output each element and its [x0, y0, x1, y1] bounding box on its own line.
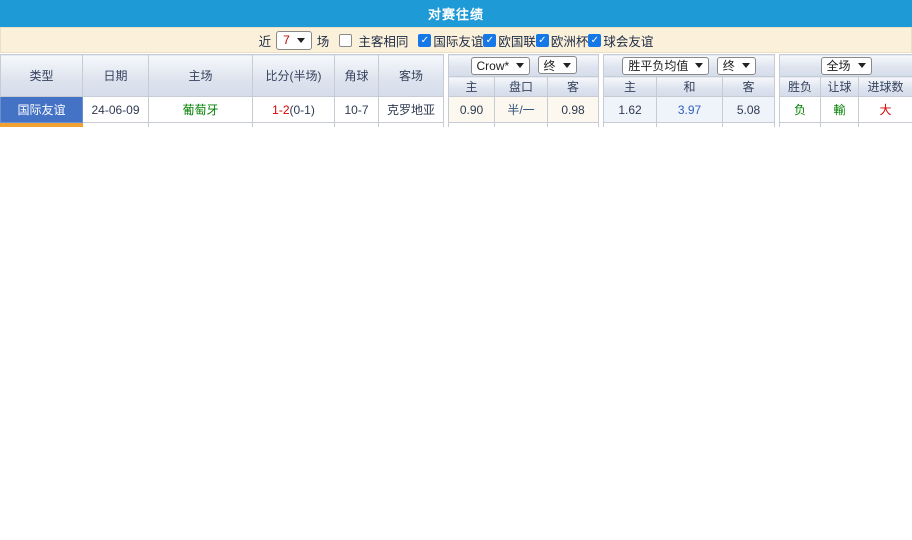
odds1x2-source-value: 胜平负均值: [628, 57, 688, 74]
col-header-handicap-result: 让球: [821, 77, 859, 97]
col-header-score: 比分(半场): [253, 55, 335, 97]
col-header-result: 胜负: [780, 77, 821, 97]
filter-bar: 近 7 场 主客相同 ✓ 国际友谊 ✓ 欧国联 ✓ 欧洲杯 ✓ 球会友谊: [0, 27, 912, 53]
partial-cell: [723, 123, 775, 128]
col-header-ah-home: 主: [449, 77, 495, 97]
ah-home-odds: 0.90: [449, 97, 495, 123]
partial-cell: [253, 123, 335, 128]
fulltime-select-value: 全场: [827, 57, 851, 74]
near-label: 近: [259, 31, 272, 50]
partial-cell: [657, 123, 723, 128]
h2h-table-container: 类型 日期 主场 比分(半场) 角球 客场 Crow* 终 胜平负均值 终: [0, 54, 912, 127]
match-count-value: 7: [283, 33, 290, 47]
col-header-odds-home: 主: [604, 77, 657, 97]
corners-value: 10-7: [335, 97, 379, 123]
handicap-result-value: 輸: [821, 97, 859, 123]
chevron-down-icon: [695, 63, 703, 68]
chevron-down-icon: [297, 38, 305, 43]
handicap-bookmaker-select[interactable]: Crow*: [471, 57, 531, 75]
match-type-cell[interactable]: 国际友谊: [1, 97, 83, 123]
halftime-score: (0-1): [290, 103, 315, 117]
partial-cell: [379, 123, 444, 128]
col-header-away: 客场: [379, 55, 444, 97]
away-team: 克罗地亚: [379, 97, 444, 123]
odds1x2-time-value: 终: [723, 57, 735, 74]
checkbox-label-same-home-away[interactable]: 主客相同: [358, 31, 408, 50]
fulltime-score: 1-2: [272, 103, 289, 117]
odds-away: 5.08: [723, 97, 775, 123]
col-header-home: 主场: [149, 55, 253, 97]
ah-line: 半/一: [495, 97, 548, 123]
result-value: 负: [780, 97, 821, 123]
checkbox-euro-cup[interactable]: ✓: [536, 34, 549, 47]
partial-cell: [449, 123, 495, 128]
partial-cell: [548, 123, 599, 128]
match-count-select[interactable]: 7: [276, 31, 312, 50]
chevron-down-icon: [563, 63, 571, 68]
match-date: 24-06-09: [83, 97, 149, 123]
next-match-type-cell: [1, 123, 83, 128]
partial-cell: [604, 123, 657, 128]
col-header-ah-line: 盘口: [495, 77, 548, 97]
page-title: 对赛往绩: [428, 4, 484, 23]
chevron-down-icon: [858, 63, 866, 68]
goals-value: 大: [859, 97, 912, 123]
partial-cell: [821, 123, 859, 128]
partial-cell: [780, 123, 821, 128]
checkbox-international-friendly[interactable]: ✓: [418, 34, 431, 47]
col-header-goals: 进球数: [859, 77, 912, 97]
odds-home: 1.62: [604, 97, 657, 123]
col-header-ah-away: 客: [548, 77, 599, 97]
partial-cell: [335, 123, 379, 128]
chevron-down-icon: [742, 63, 750, 68]
checkbox-club-friendly[interactable]: ✓: [588, 34, 601, 47]
handicap-bookmaker-value: Crow*: [477, 59, 510, 73]
checkbox-nations-league[interactable]: ✓: [483, 34, 496, 47]
odds1x2-source-select[interactable]: 胜平负均值: [622, 57, 709, 75]
score-cell: 1-2(0-1): [253, 97, 335, 123]
fulltime-select[interactable]: 全场: [821, 57, 872, 75]
partial-cell: [149, 123, 253, 128]
col-header-odds-draw: 和: [657, 77, 723, 97]
ah-away-odds: 0.98: [548, 97, 599, 123]
odds1x2-time-select[interactable]: 终: [717, 57, 756, 75]
col-header-date: 日期: [83, 55, 149, 97]
matches-unit-label: 场: [317, 31, 330, 50]
checkbox-label-euro-cup[interactable]: 欧洲杯: [551, 31, 589, 50]
h2h-table: 类型 日期 主场 比分(半场) 角球 客场 Crow* 终 胜平负均值 终: [0, 54, 912, 127]
handicap-time-select[interactable]: 终: [538, 56, 577, 74]
table-row-partial: [1, 123, 912, 128]
table-row: 国际友谊 24-06-09 葡萄牙 1-2(0-1) 10-7 克罗地亚 0.9…: [1, 97, 912, 123]
odds-draw: 3.97: [657, 97, 723, 123]
col-header-corners: 角球: [335, 55, 379, 97]
result-group-header: 全场: [780, 55, 912, 77]
partial-cell: [83, 123, 149, 128]
partial-cell: [859, 123, 912, 128]
checkbox-same-home-away[interactable]: [339, 34, 352, 47]
chevron-down-icon: [516, 63, 524, 68]
home-team: 葡萄牙: [149, 97, 253, 123]
title-bar: 对赛往绩: [0, 0, 912, 27]
checkbox-label-international-friendly[interactable]: 国际友谊: [433, 31, 483, 50]
checkbox-label-club-friendly[interactable]: 球会友谊: [603, 31, 653, 50]
checkbox-label-nations-league[interactable]: 欧国联: [498, 31, 536, 50]
handicap-group-header: Crow* 终: [449, 55, 599, 77]
col-header-odds-away: 客: [723, 77, 775, 97]
col-header-type: 类型: [1, 55, 83, 97]
partial-cell: [495, 123, 548, 128]
odds1x2-group-header: 胜平负均值 终: [604, 55, 775, 77]
handicap-time-value: 终: [544, 57, 556, 74]
